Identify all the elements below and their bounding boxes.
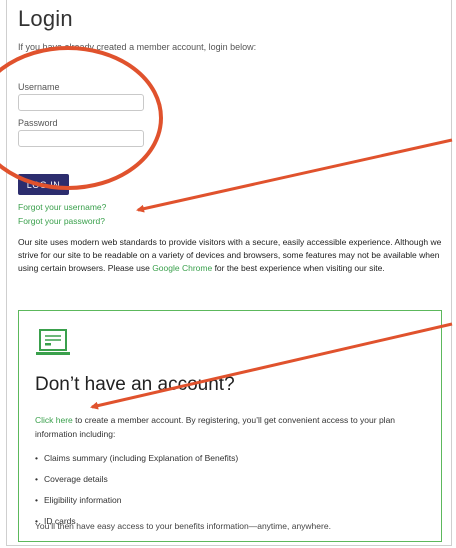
intro-text: If you have already created a member acc…	[18, 42, 257, 52]
list-item: Claims summary (including Explanation of…	[35, 448, 238, 469]
username-label: Username	[18, 82, 60, 92]
password-label: Password	[18, 118, 58, 128]
benefits-list: Claims summary (including Explanation of…	[35, 448, 238, 532]
username-input[interactable]	[18, 94, 144, 111]
forgot-username-link[interactable]: Forgot your username?	[18, 202, 106, 212]
list-item: Eligibility information	[35, 490, 238, 511]
notice-text-after: for the best experience when visiting ou…	[212, 263, 385, 273]
click-here-link[interactable]: Click here	[35, 415, 73, 425]
list-item: Coverage details	[35, 469, 238, 490]
forgot-password-link[interactable]: Forgot your password?	[18, 216, 105, 226]
create-account-description: to create a member account. By registeri…	[35, 415, 396, 439]
password-input[interactable]	[18, 130, 144, 147]
page-title: Login	[18, 6, 73, 31]
create-account-panel: Don’t have an account? Click here to cre…	[18, 310, 442, 542]
browser-notice: Our site uses modern web standards to pr…	[18, 236, 446, 275]
create-account-title: Don’t have an account?	[35, 374, 235, 395]
google-chrome-link[interactable]: Google Chrome	[152, 263, 212, 273]
create-account-text: Click here to create a member account. B…	[35, 413, 431, 441]
closing-text: You’ll then have easy access to your ben…	[35, 521, 331, 531]
login-button[interactable]: LOG IN	[18, 174, 69, 195]
laptop-icon	[36, 329, 70, 355]
